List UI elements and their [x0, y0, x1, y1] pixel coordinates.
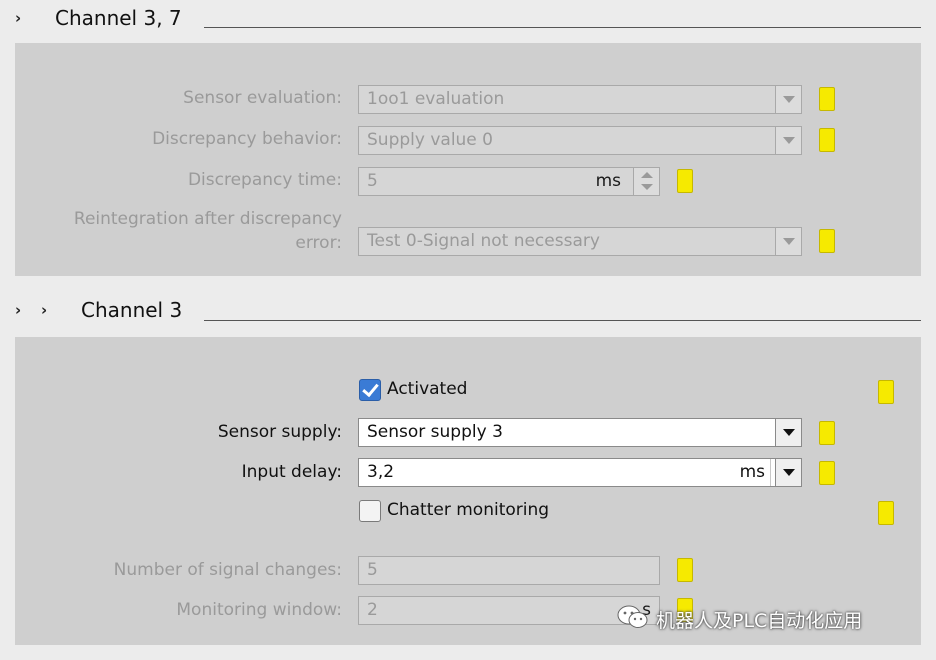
reintegration-label-line1: Reintegration after discrepancy: [73, 209, 342, 229]
input-delay-unit: ms: [739, 462, 765, 482]
divider: [204, 320, 921, 321]
monitoring-window-label: Monitoring window:: [176, 600, 342, 620]
divider: [204, 27, 921, 28]
chevron-right-icon[interactable]: ›: [41, 301, 47, 319]
discrepancy-time-unit: ms: [595, 171, 621, 191]
unit-separator: [770, 459, 771, 486]
reintegration-label-line2: error:: [295, 233, 342, 253]
monitoring-window-input[interactable]: 2 s: [358, 596, 660, 625]
documentation-marker-icon[interactable]: [878, 380, 894, 404]
signal-changes-label: Number of signal changes:: [113, 560, 342, 580]
monitoring-window-value: 2: [367, 600, 378, 620]
section-title: Channel 3: [81, 298, 183, 322]
dropdown-arrow-icon[interactable]: [775, 127, 801, 154]
documentation-marker-icon[interactable]: [677, 558, 693, 582]
documentation-marker-icon[interactable]: [878, 501, 894, 525]
discrepancy-behavior-value: Supply value 0: [367, 130, 493, 150]
documentation-marker-icon[interactable]: [819, 421, 835, 445]
section-header-channel-3-7[interactable]: › Channel 3, 7: [0, 2, 936, 36]
documentation-marker-icon[interactable]: [819, 461, 835, 485]
sensor-supply-select[interactable]: Sensor supply 3: [358, 418, 802, 447]
sensor-evaluation-value: 1oo1 evaluation: [367, 89, 505, 109]
section-title: Channel 3, 7: [55, 6, 182, 30]
dropdown-arrow-icon[interactable]: [775, 419, 801, 446]
activated-checkbox[interactable]: [359, 379, 381, 401]
watermark-text: 机器人及PLC自动化应用: [656, 610, 863, 632]
discrepancy-time-value: 5: [367, 171, 378, 191]
documentation-marker-icon[interactable]: [819, 128, 835, 152]
section-header-channel-3[interactable]: › › Channel 3: [0, 294, 936, 328]
spin-arrows-icon[interactable]: [633, 168, 659, 195]
discrepancy-behavior-label: Discrepancy behavior:: [152, 129, 342, 149]
signal-changes-value: 5: [367, 560, 378, 580]
input-delay-input[interactable]: 3,2 ms: [358, 458, 802, 487]
discrepancy-time-label: Discrepancy time:: [187, 170, 342, 190]
chevron-right-icon[interactable]: ›: [15, 301, 21, 319]
reintegration-select[interactable]: Test 0-Signal not necessary: [358, 227, 802, 256]
input-delay-value: 3,2: [367, 462, 395, 482]
dropdown-arrow-icon[interactable]: [775, 459, 801, 486]
chatter-monitoring-checkbox[interactable]: [359, 500, 381, 522]
reintegration-value: Test 0-Signal not necessary: [367, 231, 600, 251]
input-delay-label: Input delay:: [241, 462, 342, 482]
chatter-monitoring-label: Chatter monitoring: [387, 500, 550, 520]
sensor-evaluation-label: Sensor evaluation:: [183, 88, 342, 108]
documentation-marker-icon[interactable]: [677, 169, 693, 193]
activated-label: Activated: [387, 379, 468, 399]
documentation-marker-icon[interactable]: [819, 87, 835, 111]
discrepancy-behavior-select[interactable]: Supply value 0: [358, 126, 802, 155]
discrepancy-time-input[interactable]: 5 ms: [358, 167, 660, 196]
signal-changes-input[interactable]: 5: [358, 556, 660, 585]
sensor-supply-label: Sensor supply:: [217, 422, 342, 442]
sensor-evaluation-select[interactable]: 1oo1 evaluation: [358, 85, 802, 114]
chevron-right-icon[interactable]: ›: [15, 9, 21, 27]
dropdown-arrow-icon[interactable]: [775, 228, 801, 255]
dropdown-arrow-icon[interactable]: [775, 86, 801, 113]
documentation-marker-icon[interactable]: [819, 229, 835, 253]
sensor-supply-value: Sensor supply 3: [367, 422, 503, 442]
wechat-icon: [616, 604, 650, 630]
